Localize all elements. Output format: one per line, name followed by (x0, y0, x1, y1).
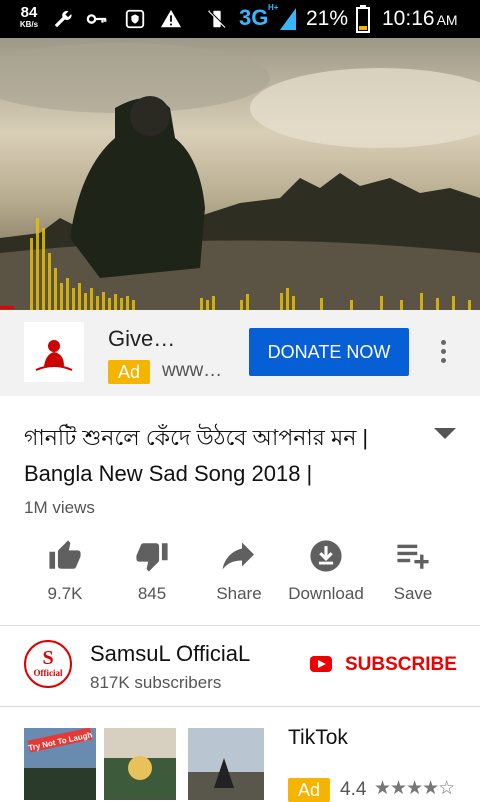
video-player[interactable] (0, 38, 480, 310)
download-button[interactable]: Download (283, 536, 369, 604)
donate-now-button[interactable]: DONATE NOW (249, 328, 409, 376)
network-type-sup: H+ (268, 3, 279, 12)
network-speed-value: 84 (20, 4, 38, 21)
vibrate-off-icon (208, 10, 227, 28)
ad-thumbnails[interactable]: Try Not To Laugh (24, 728, 264, 800)
share-button[interactable]: Share (196, 536, 282, 604)
clock: 10:16 AM (382, 7, 458, 31)
avatar-text: Official (34, 668, 63, 678)
ad-url: www… (162, 360, 223, 381)
view-count: 1M views (24, 498, 95, 517)
ad-badge: Ad (108, 360, 150, 384)
network-speed: 84 KB/s (14, 5, 44, 29)
subscriber-count: 817K subscribers (90, 673, 222, 692)
video-title-line1: গানটি শুনলে কেঁদে উঠবে আপনার মন | (24, 425, 369, 450)
video-frame (0, 38, 480, 310)
expand-description-icon[interactable] (434, 428, 456, 439)
download-icon (310, 540, 342, 572)
network-type: 3G (239, 5, 269, 30)
share-label: Share (216, 584, 262, 603)
divider (0, 706, 480, 707)
clock-ampm: AM (436, 12, 458, 28)
wrench-icon (54, 10, 72, 28)
warning-icon (160, 9, 182, 28)
video-title-line2: Bangla New Sad Song 2018 | (24, 461, 313, 486)
subscribe-button[interactable]: SUBSCRIBE (345, 654, 457, 676)
like-button[interactable]: 9.7K (22, 536, 108, 604)
save-label: Save (393, 584, 433, 603)
video-title[interactable]: গানটি শুনলে কেঁদে উঠবে আপনার মন | Bangla… (24, 420, 424, 492)
channel-avatar[interactable]: S Official (24, 640, 72, 688)
shield-icon (125, 9, 145, 29)
ad-thumbnail-strip: Try Not To Laugh (24, 728, 264, 800)
thumbs-down-icon (136, 543, 168, 572)
clock-time: 10:16 (382, 7, 435, 30)
network-speed-unit: KB/s (19, 20, 39, 29)
avatar-letter: S (42, 647, 53, 669)
ad-logo (24, 322, 84, 382)
channel-name[interactable]: SamsuL OfficiaL (90, 641, 250, 667)
app-rating: 4.4 (340, 779, 367, 800)
thumbs-up-icon (49, 540, 81, 569)
like-count: 9.7K (47, 584, 83, 603)
ad-logo-icon (35, 340, 73, 371)
save-button[interactable]: Save (370, 536, 456, 604)
divider (0, 625, 480, 626)
key-icon (86, 14, 107, 24)
signal-icon (280, 8, 296, 30)
promoted-ad[interactable]: Give… Ad www… DONATE NOW (0, 310, 480, 396)
video-progress[interactable] (0, 306, 14, 309)
dislike-count: 845 (137, 584, 167, 603)
share-icon (222, 542, 254, 570)
battery-percent: 21% (306, 7, 349, 30)
channel-avatar-image: S Official (34, 647, 63, 678)
rating-stars-icon: ★★★★☆ (374, 778, 455, 799)
battery-icon (356, 5, 370, 33)
download-label: Download (288, 584, 364, 603)
dislike-button[interactable]: 845 (109, 536, 195, 604)
more-options-icon[interactable] (436, 340, 450, 366)
status-bar: 84 KB/s 3G H+ 21% 10:16 AM (0, 0, 480, 38)
ad-app-title[interactable]: TikTok (288, 726, 348, 750)
playlist-add-icon (397, 544, 429, 569)
youtube-logo-icon[interactable] (310, 656, 332, 672)
ad-badge: Ad (288, 778, 330, 802)
ad-title: Give… (108, 326, 176, 351)
